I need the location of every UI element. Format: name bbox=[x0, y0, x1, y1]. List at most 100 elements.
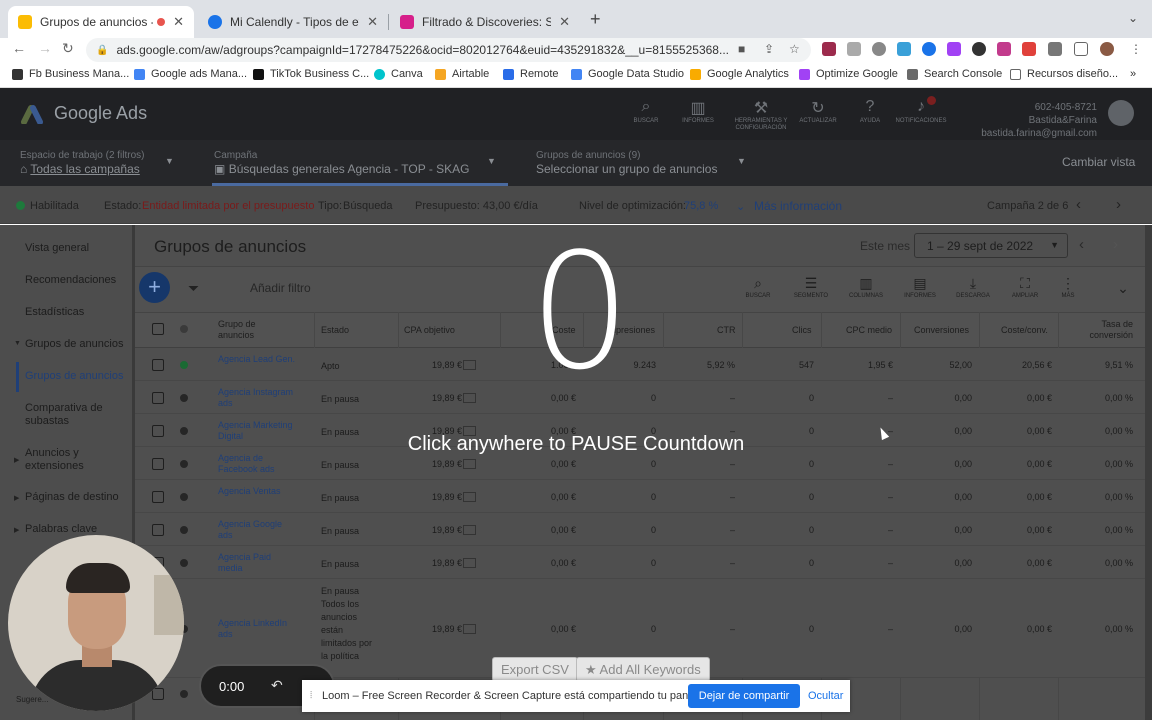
more-tool[interactable]: ⋮ MÁS bbox=[1043, 275, 1093, 299]
nav-landing-pages[interactable]: Páginas de destino bbox=[25, 491, 130, 504]
adgroup-name-link[interactable]: Agencia Paid media bbox=[218, 552, 298, 574]
notifications-tool[interactable]: ♪ NOTIFICACIONES bbox=[891, 98, 951, 125]
trend-chart-icon[interactable] bbox=[463, 359, 476, 370]
account-info[interactable]: 602-405-8721 Bastida&Farina bastida.fari… bbox=[965, 101, 1097, 140]
share-icon[interactable]: ⇪ bbox=[764, 42, 774, 56]
hide-notification-button[interactable]: Ocultar bbox=[808, 690, 843, 702]
chevron-down-icon[interactable]: ⌄ bbox=[736, 200, 745, 213]
row-status-dot[interactable] bbox=[180, 459, 188, 468]
back-arrow-icon[interactable]: ← bbox=[12, 40, 26, 56]
nav-ads-extensions[interactable]: Anuncios y extensiones bbox=[25, 447, 130, 473]
previous-campaign-icon[interactable]: ‹ bbox=[1076, 196, 1081, 213]
collapse-toolbar-icon[interactable]: ⌄ bbox=[1098, 280, 1148, 298]
tab-search-chevron-icon[interactable]: ⌄ bbox=[1128, 11, 1138, 25]
bookmark-star-icon[interactable]: ☆ bbox=[789, 42, 800, 56]
col-status[interactable]: Estado bbox=[321, 325, 349, 336]
row-checkbox[interactable] bbox=[152, 391, 164, 404]
next-campaign-icon[interactable]: › bbox=[1116, 196, 1121, 213]
adgroup-name-link[interactable]: Agencia Lead Gen. bbox=[218, 354, 298, 365]
workspace-selector[interactable]: ⌂ Todas las campañas bbox=[20, 162, 140, 176]
adgroup-name-link[interactable]: Agencia Ventas bbox=[218, 486, 298, 497]
bookmark-item[interactable]: Optimize Google bbox=[799, 68, 898, 80]
extension-icon[interactable] bbox=[1022, 42, 1036, 56]
adgroup-name-link[interactable]: Agencia LinkedIn ads bbox=[218, 618, 298, 640]
row-status-dot[interactable] bbox=[180, 525, 188, 534]
extension-icon[interactable] bbox=[972, 42, 986, 56]
refresh-tool[interactable]: ↻ ACTUALIZAR bbox=[788, 98, 848, 125]
pause-countdown-message[interactable]: Click anywhere to PAUSE Countdown bbox=[330, 433, 822, 456]
row-checkbox[interactable] bbox=[152, 424, 164, 437]
browser-tab[interactable]: Mi Calendly - Tipos de eventos ✕ bbox=[198, 6, 388, 38]
add-adgroup-button[interactable]: + bbox=[139, 272, 170, 303]
col-conv-rate[interactable]: Tasa de conversión bbox=[1085, 319, 1133, 341]
extension-icon[interactable] bbox=[822, 42, 836, 56]
close-tab-icon[interactable]: ✕ bbox=[559, 14, 570, 30]
reload-icon[interactable]: ↻ bbox=[62, 40, 74, 57]
bookmark-folder[interactable]: Recursos diseño... bbox=[1010, 68, 1118, 80]
bookmark-item[interactable]: Search Console bbox=[907, 68, 1002, 80]
add-filter-button[interactable]: Añadir filtro bbox=[250, 281, 311, 295]
bookmark-item[interactable]: Airtable bbox=[435, 68, 489, 80]
col-conversions[interactable]: Conversiones bbox=[914, 325, 969, 336]
profile-avatar-icon[interactable] bbox=[1100, 42, 1114, 56]
date-range-picker[interactable]: 1 – 29 sept de 2022 ▼ bbox=[914, 233, 1068, 258]
nav-recommendations[interactable]: Recomendaciones bbox=[25, 274, 130, 287]
bookmark-item[interactable]: Google Data Studio bbox=[571, 68, 684, 80]
extension-icon[interactable] bbox=[947, 42, 961, 56]
more-info-link[interactable]: Más información bbox=[754, 199, 842, 213]
adgroup-name-link[interactable]: Agencia Google ads bbox=[218, 519, 298, 541]
adgroup-name-link[interactable]: Agencia Marketing Digital bbox=[218, 420, 298, 442]
trend-chart-icon[interactable] bbox=[463, 557, 476, 568]
trend-chart-icon[interactable] bbox=[463, 392, 476, 403]
trend-chart-icon[interactable] bbox=[463, 623, 476, 634]
row-checkbox[interactable] bbox=[152, 523, 164, 536]
bookmark-item[interactable]: Fb Business Mana... bbox=[12, 68, 129, 80]
account-avatar[interactable] bbox=[1108, 100, 1134, 126]
col-clicks[interactable]: Clics bbox=[792, 325, 812, 336]
drag-handle-icon[interactable]: ⦙ bbox=[310, 690, 312, 701]
chevron-down-icon[interactable]: ▼ bbox=[165, 156, 174, 166]
chevron-down-icon[interactable]: ▼ bbox=[737, 156, 746, 166]
trend-chart-icon[interactable] bbox=[463, 524, 476, 535]
new-tab-icon[interactable]: + bbox=[590, 9, 601, 30]
col-adgroup[interactable]: Grupo de anuncios bbox=[218, 319, 288, 341]
campaign-selector[interactable]: ▣ Búsquedas generales Agencia - TOP - SK… bbox=[214, 162, 470, 176]
row-checkbox[interactable] bbox=[152, 358, 164, 371]
extension-icon[interactable] bbox=[847, 42, 861, 56]
chevron-down-icon[interactable]: ▼ bbox=[487, 156, 496, 166]
extension-icon[interactable] bbox=[997, 42, 1011, 56]
extension-icon[interactable] bbox=[922, 42, 936, 56]
webcam-bubble[interactable] bbox=[8, 535, 184, 711]
columns-tool[interactable]: ▥ COLUMNAS bbox=[841, 275, 891, 299]
close-tab-icon[interactable]: ✕ bbox=[367, 14, 378, 30]
row-checkbox[interactable] bbox=[152, 490, 164, 503]
bookmark-item[interactable]: Remote bbox=[503, 68, 559, 80]
col-cpa[interactable]: CPA objetivo bbox=[404, 325, 455, 336]
col-avg-cpc[interactable]: CPC medio bbox=[846, 325, 892, 336]
export-csv-button[interactable]: Export CSV bbox=[492, 657, 578, 682]
table-search-tool[interactable]: ⌕ BUSCAR bbox=[733, 275, 783, 299]
row-status-dot[interactable] bbox=[180, 492, 188, 501]
side-panel-icon[interactable] bbox=[1074, 42, 1088, 56]
segment-tool[interactable]: ☰ SEGMENTO bbox=[786, 275, 836, 299]
select-all-checkbox[interactable] bbox=[152, 323, 164, 335]
col-cost-per-conv[interactable]: Coste/conv. bbox=[1001, 325, 1048, 336]
tools-settings[interactable]: ⚒ HERRAMIENTAS Y CONFIGURACIÓN bbox=[726, 98, 796, 132]
browser-tab-active[interactable]: Grupos de anuncios - Basti ✕ bbox=[8, 6, 194, 38]
url-field[interactable]: 🔒 ads.google.com/aw/adgroups?campaignId=… bbox=[86, 38, 811, 62]
restart-icon[interactable]: ↶ bbox=[271, 677, 283, 694]
adgroup-name-link[interactable]: Agencia Instagram ads bbox=[218, 387, 298, 409]
nav-overview[interactable]: Vista general bbox=[25, 242, 130, 255]
nav-adgroups[interactable]: Grupos de anuncios bbox=[25, 370, 130, 383]
next-period-icon[interactable]: › bbox=[1113, 236, 1118, 253]
stop-sharing-button[interactable]: Dejar de compartir bbox=[688, 684, 800, 708]
search-tool[interactable]: ⌕ BUSCAR bbox=[616, 98, 676, 125]
extension-icon[interactable] bbox=[897, 42, 911, 56]
camera-icon[interactable]: ■ bbox=[738, 42, 745, 56]
trend-chart-icon[interactable] bbox=[463, 491, 476, 502]
bookmark-item[interactable]: Google ads Mana... bbox=[134, 68, 247, 80]
nav-keywords[interactable]: Palabras clave bbox=[25, 523, 130, 536]
change-view-button[interactable]: Cambiar vista bbox=[1062, 155, 1135, 169]
bookmark-item[interactable]: Canva bbox=[374, 68, 423, 80]
nav-adgroups-section[interactable]: Grupos de anuncios bbox=[25, 338, 130, 351]
